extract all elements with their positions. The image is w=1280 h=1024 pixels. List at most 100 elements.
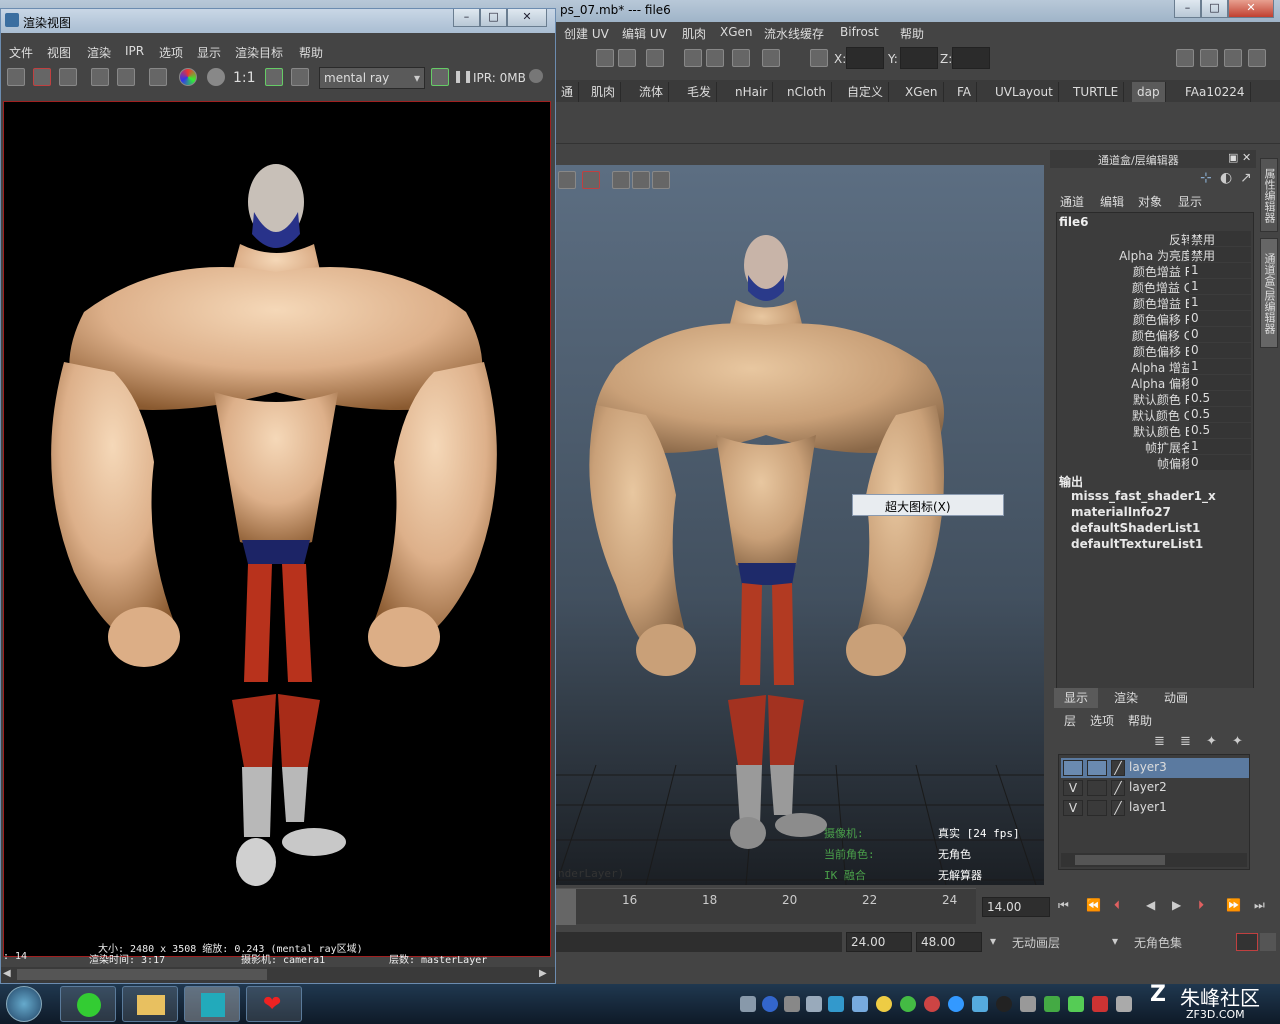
alpha-channel-icon[interactable]	[207, 68, 225, 86]
channels-icon[interactable]	[149, 68, 167, 86]
shading-icon[interactable]: ◐	[1220, 170, 1232, 186]
tray-app6-icon[interactable]	[1044, 996, 1060, 1012]
rv-menu-options[interactable]: 选项	[159, 44, 183, 61]
attribute-value[interactable]: 1	[1189, 359, 1251, 374]
anim-layer-label[interactable]: 无动画层	[1012, 934, 1060, 951]
attribute-value[interactable]: 1	[1189, 263, 1251, 278]
snapshot-icon[interactable]	[59, 68, 77, 86]
tray-app4-icon[interactable]	[948, 996, 964, 1012]
tray-app8-icon[interactable]	[1092, 996, 1108, 1012]
attribute-row[interactable]: 默认颜色 B 0.5	[1057, 423, 1253, 439]
render-region-icon[interactable]	[33, 68, 51, 86]
current-time-marker[interactable]	[556, 889, 576, 925]
tray-volume-icon[interactable]	[1020, 996, 1036, 1012]
tool-settings-icon[interactable]	[1224, 49, 1242, 67]
layer-type-toggle[interactable]	[1087, 780, 1107, 796]
rv-close-button[interactable]: ✕	[507, 9, 547, 27]
layer-menu-options[interactable]: 选项	[1090, 712, 1114, 729]
taskbar-app[interactable]: ❤	[246, 986, 302, 1022]
scroll-right-icon[interactable]: ▶	[539, 968, 547, 979]
pause-icon[interactable]: ❚❚	[453, 69, 473, 83]
x-coord-input[interactable]	[846, 47, 884, 69]
attribute-row[interactable]: 默认颜色 G 0.5	[1057, 407, 1253, 423]
shelf-tab-fur[interactable]: 毛发	[682, 82, 718, 102]
taskbar-browser[interactable]	[60, 986, 116, 1022]
key-icon[interactable]	[1236, 933, 1258, 951]
layer-type-toggle[interactable]	[1087, 760, 1107, 776]
prefs-icon[interactable]	[1260, 933, 1276, 951]
output-connection[interactable]: misss_fast_shader1_x	[1071, 489, 1216, 503]
prev-key-icon[interactable]: ⏴	[1114, 898, 1120, 913]
start-button[interactable]	[6, 986, 42, 1022]
viewport-camera-icon[interactable]	[558, 171, 576, 189]
taskbar-explorer[interactable]	[122, 986, 178, 1022]
tray-app9-icon[interactable]	[1116, 996, 1132, 1012]
attribute-value[interactable]: 0	[1189, 375, 1251, 390]
menu-create-uv[interactable]: 创建 UV	[564, 25, 609, 42]
tray-shield-icon[interactable]	[828, 996, 844, 1012]
new-layer-selected-icon[interactable]: ✦	[1232, 734, 1243, 749]
layer-visibility-toggle[interactable]: V	[1063, 780, 1083, 796]
snap-icon[interactable]	[618, 49, 636, 67]
tray-qq-icon[interactable]	[996, 996, 1012, 1012]
attribute-editor-icon[interactable]	[1200, 49, 1218, 67]
range-bar[interactable]	[556, 932, 842, 952]
shelf-tab-ncloth[interactable]: nCloth	[782, 82, 832, 102]
attribute-row[interactable]: 帧扩展名 1	[1057, 439, 1253, 455]
layer-tab-display[interactable]: 显示	[1054, 688, 1099, 708]
step-back-key-icon[interactable]: ⏪	[1086, 898, 1101, 912]
ipr-render-icon[interactable]	[706, 49, 724, 67]
menu-xgen[interactable]: XGen	[720, 25, 753, 39]
output-connection[interactable]: defaultTextureList1	[1071, 537, 1203, 551]
tray-app3-icon[interactable]	[924, 996, 940, 1012]
attribute-row[interactable]: Alpha 为亮度 禁用	[1057, 247, 1253, 263]
layer-scroll-thumb[interactable]	[1075, 855, 1165, 865]
shelf-tab-dap[interactable]: dap	[1132, 82, 1166, 102]
shelf-tab-xgen[interactable]: XGen	[900, 82, 944, 102]
hypershade-icon[interactable]	[762, 49, 780, 67]
layer-row-layer1[interactable]: V ╱ layer1	[1061, 798, 1249, 818]
output-connection[interactable]: defaultShaderList1	[1071, 521, 1200, 535]
shelf-tab-faa10224[interactable]: FAa10224	[1180, 82, 1251, 102]
attribute-row[interactable]: 默认颜色 R 0.5	[1057, 391, 1253, 407]
shelf-tab-uvlayout[interactable]: UVLayout	[990, 82, 1059, 102]
shelf-tab-custom[interactable]: 自定义	[842, 82, 890, 102]
cb-menu-edit[interactable]: 编辑	[1100, 193, 1124, 210]
tray-app7-icon[interactable]	[1068, 996, 1084, 1012]
remove-image-icon[interactable]	[291, 68, 309, 86]
shelf-tab-fluids[interactable]: 流体	[634, 82, 670, 102]
attribute-row[interactable]: Alpha 偏移 0	[1057, 375, 1253, 391]
rv-minimize-button[interactable]: –	[453, 9, 480, 27]
viewport-frame-icon[interactable]	[632, 171, 650, 189]
rv-maximize-button[interactable]: □	[480, 9, 507, 27]
output-connection[interactable]: materialInfo27	[1071, 505, 1171, 519]
current-frame-field[interactable]: 14.00	[982, 897, 1050, 917]
layer-color-swatch[interactable]: ╱	[1111, 800, 1125, 816]
shelf-tab-muscle[interactable]: 肌肉	[586, 82, 622, 102]
rv-menu-view[interactable]: 视图	[47, 44, 71, 61]
render-frame-icon[interactable]	[684, 49, 702, 67]
shelf-tab-nhair[interactable]: nHair	[730, 82, 774, 102]
channel-box-icon[interactable]	[1248, 49, 1266, 67]
rv-menu-file[interactable]: 文件	[9, 44, 33, 61]
cb-menu-channels[interactable]: 通道	[1060, 193, 1084, 210]
move-layer-up-icon[interactable]: ≣	[1154, 734, 1165, 749]
tray-tool-icon[interactable]	[784, 996, 800, 1012]
ipr-tuning-icon[interactable]	[431, 68, 449, 86]
tray-network-icon[interactable]	[852, 996, 868, 1012]
layer-color-swatch[interactable]: ╱	[1111, 780, 1125, 796]
cb-menu-show[interactable]: 显示	[1178, 193, 1202, 210]
refresh-icon[interactable]	[117, 68, 135, 86]
tray-help-icon[interactable]	[762, 996, 778, 1012]
tray-app1-icon[interactable]	[876, 996, 892, 1012]
rv-menu-ipr[interactable]: IPR	[125, 44, 144, 58]
attribute-row[interactable]: 颜色偏移 G0	[1057, 327, 1253, 343]
attribute-value[interactable]: 1	[1189, 279, 1251, 294]
menu-bifrost[interactable]: Bifrost	[840, 25, 879, 39]
cb-menu-object[interactable]: 对象	[1138, 193, 1162, 210]
play-back-icon[interactable]: ◀	[1146, 898, 1155, 912]
menu-muscle[interactable]: 肌肉	[682, 25, 706, 42]
side-tab-channel-box[interactable]: 通道盒/层编辑器	[1260, 238, 1278, 348]
attribute-value[interactable]: 1	[1189, 439, 1251, 454]
attribute-row[interactable]: 帧偏移 0	[1057, 455, 1253, 471]
